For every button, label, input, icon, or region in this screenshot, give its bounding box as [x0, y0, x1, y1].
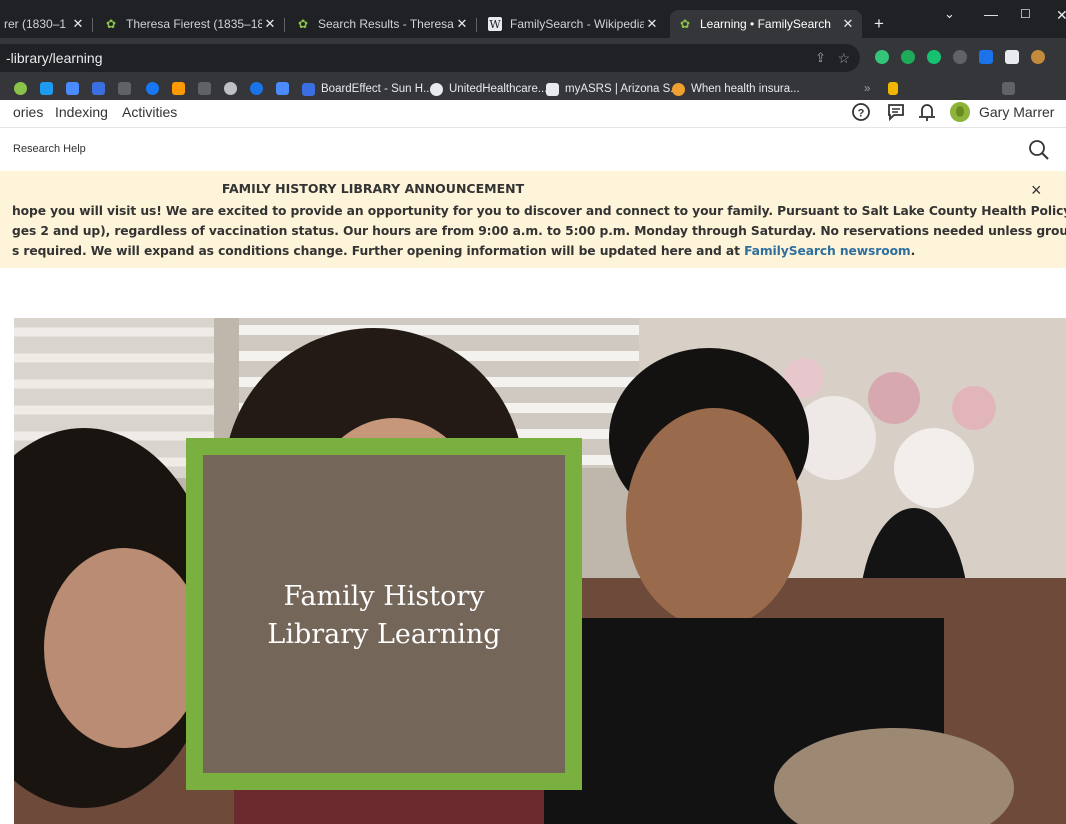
- nav-link-activities[interactable]: Activities: [122, 100, 177, 124]
- bookmark-icon[interactable]: [276, 82, 289, 95]
- twitter-icon[interactable]: [40, 82, 53, 95]
- user-name[interactable]: Gary Marrer: [979, 100, 1054, 124]
- hero-title: Family History Library Learning: [203, 578, 565, 654]
- minimize-icon[interactable]: —: [984, 6, 998, 22]
- bookmark-favicon-icon: [430, 82, 443, 96]
- url-text: -library/learning: [6, 50, 103, 66]
- close-tab-icon[interactable]: ✕: [70, 16, 86, 32]
- announcement-banner: FAMILY HISTORY LIBRARY ANNOUNCEMENT × ho…: [0, 171, 1066, 268]
- bookmark-icon[interactable]: [92, 82, 105, 95]
- wikipedia-icon: W: [488, 17, 502, 31]
- extension-icon[interactable]: [979, 50, 993, 64]
- tab-title: Search Results - Theresa Fierest: [318, 17, 454, 31]
- bookmark-item[interactable]: BoardEffect - Sun H...: [302, 81, 433, 97]
- close-tab-icon[interactable]: ✕: [262, 16, 278, 32]
- reading-list-icon[interactable]: [1002, 82, 1015, 95]
- announcement-text: s required. We will expand as conditions…: [12, 244, 745, 258]
- bookmark-icon[interactable]: [118, 82, 131, 95]
- familysearch-tree-icon: ✿: [105, 17, 117, 31]
- facebook-icon[interactable]: [146, 82, 159, 95]
- bookmark-label: When health insura...: [691, 83, 800, 95]
- browser-tab[interactable]: W FamilySearch - Wikipedia ✕: [480, 10, 666, 38]
- bookmark-label: myASRS | Arizona S...: [565, 83, 680, 95]
- extension-icon[interactable]: [875, 50, 889, 64]
- tab-title: Theresa Fierest (1835–1898) | Pe: [126, 17, 262, 31]
- tab-separator: [476, 18, 477, 32]
- bookmark-icon[interactable]: [198, 82, 211, 95]
- announcement-text: .: [910, 244, 916, 258]
- nav-link-memories[interactable]: ories: [13, 100, 43, 124]
- browser-tab[interactable]: ✿ Search Results - Theresa Fierest ✕: [288, 10, 476, 38]
- grammarly-icon[interactable]: [927, 50, 941, 64]
- newsroom-link[interactable]: FamilySearch newsroom: [744, 244, 911, 258]
- close-announcement-icon[interactable]: ×: [1031, 180, 1042, 201]
- address-bar[interactable]: -library/learning ⇪ ☆: [0, 44, 860, 72]
- sub-navigation: Research Help: [0, 127, 1066, 172]
- bookmark-item[interactable]: UnitedHealthcare...: [430, 81, 547, 97]
- close-tab-icon[interactable]: ✕: [454, 16, 470, 32]
- bookmarks-bar: BoardEffect - Sun H... UnitedHealthcare.…: [0, 78, 1066, 101]
- messages-icon[interactable]: [886, 102, 906, 122]
- bookmark-favicon-icon: [546, 82, 559, 96]
- tab-search-chevron-icon[interactable]: ⌄: [944, 6, 955, 22]
- announcement-title: FAMILY HISTORY LIBRARY ANNOUNCEMENT: [221, 181, 525, 196]
- search-icon[interactable]: [1027, 138, 1051, 162]
- bookmark-label: UnitedHealthcare...: [449, 83, 548, 95]
- browser-toolbar: -library/learning ⇪ ☆: [0, 38, 1066, 78]
- site-header: ories Indexing Activities ? Gary Marrer: [0, 100, 1066, 127]
- browser-tab-strip: rer (1830–1 ✕ ✿ Theresa Fierest (1835–18…: [0, 0, 1066, 38]
- tab-separator: [92, 18, 93, 32]
- bookmark-item[interactable]: When health insura...: [672, 81, 800, 97]
- breadcrumb[interactable]: Research Help: [13, 143, 86, 155]
- hero-title-line: Family History: [283, 581, 485, 612]
- browser-tab[interactable]: ✿ Theresa Fierest (1835–1898) | Pe ✕: [96, 10, 284, 38]
- window-close-icon[interactable]: ✕: [1056, 7, 1066, 24]
- bookmark-favicon-icon: [672, 82, 685, 96]
- announcement-text-line: hope you will visit us! We are excited t…: [12, 204, 1066, 218]
- close-tab-icon[interactable]: ✕: [840, 16, 856, 32]
- bookmark-star-icon[interactable]: ☆: [837, 44, 850, 72]
- bookmark-icon[interactable]: [224, 82, 237, 95]
- announcement-text-line: ges 2 and up), regardless of vaccination…: [12, 224, 1066, 238]
- close-tab-icon[interactable]: ✕: [644, 16, 660, 32]
- notifications-bell-icon[interactable]: [917, 102, 937, 122]
- bookmark-icon[interactable]: [14, 82, 27, 95]
- bookmark-icon[interactable]: [250, 82, 263, 95]
- bookmarks-overflow-button[interactable]: »: [864, 81, 870, 97]
- svg-text:?: ?: [858, 108, 865, 120]
- folder-icon[interactable]: [888, 82, 898, 95]
- familysearch-tree-icon: ✿: [297, 17, 309, 31]
- bookmark-favicon-icon: [302, 82, 315, 96]
- maximize-icon[interactable]: ☐: [1020, 7, 1031, 21]
- browser-tab[interactable]: rer (1830–1 ✕: [0, 10, 92, 38]
- extension-icon[interactable]: [901, 50, 915, 64]
- amazon-icon[interactable]: [172, 82, 185, 95]
- bookmark-label: BoardEffect - Sun H...: [321, 83, 433, 95]
- user-avatar[interactable]: [950, 102, 970, 122]
- tab-separator: [284, 18, 285, 32]
- bookmark-item[interactable]: myASRS | Arizona S...: [546, 81, 680, 97]
- bookmark-icon[interactable]: [66, 82, 79, 95]
- familysearch-tree-icon: ✿: [679, 17, 691, 31]
- tab-title: rer (1830–1: [4, 17, 67, 31]
- hero-title-line: Library Learning: [267, 619, 501, 650]
- help-icon[interactable]: ?: [851, 102, 871, 122]
- profile-avatar-icon[interactable]: [1031, 50, 1045, 64]
- extension-icon[interactable]: [953, 50, 967, 64]
- announcement-text-line: s required. We will expand as conditions…: [12, 244, 915, 258]
- tab-title: Learning • FamilySearch: [700, 17, 831, 31]
- puzzle-extensions-icon[interactable]: [1005, 50, 1019, 64]
- nav-link-indexing[interactable]: Indexing: [55, 100, 108, 124]
- share-icon[interactable]: ⇪: [815, 44, 826, 72]
- new-tab-button[interactable]: +: [874, 14, 884, 34]
- tab-title: FamilySearch - Wikipedia: [510, 17, 644, 31]
- browser-tab-active[interactable]: ✿ Learning • FamilySearch ✕: [670, 10, 862, 38]
